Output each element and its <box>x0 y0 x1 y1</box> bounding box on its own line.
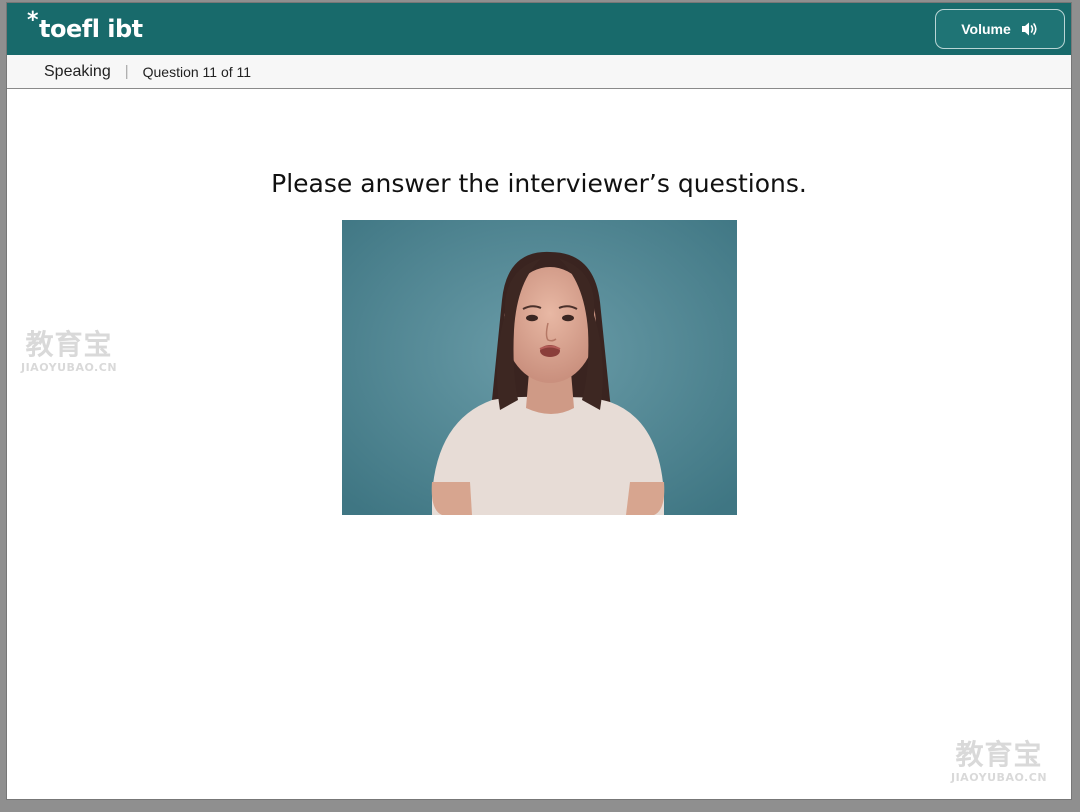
toefl-ibt-logo: * toefl ibt <box>27 8 143 46</box>
section-bar: Speaking | Question 11 of 11 <box>7 55 1071 89</box>
question-prompt: Please answer the interviewer’s question… <box>271 169 807 198</box>
logo-text: toefl ibt <box>39 15 143 43</box>
volume-button[interactable]: Volume <box>935 9 1065 49</box>
speaker-volume-icon <box>1021 21 1039 37</box>
volume-label: Volume <box>961 21 1011 37</box>
section-name: Speaking <box>44 62 111 80</box>
interviewer-video <box>342 220 737 515</box>
watermark-en: JIAOYUBAO.CN <box>21 361 118 374</box>
interviewer-image <box>342 220 737 515</box>
logo-star: * <box>27 8 39 33</box>
question-counter: Question 11 of 11 <box>142 63 252 80</box>
top-bar: * toefl ibt Volume <box>7 3 1071 55</box>
watermark-en: JIAOYUBAO.CN <box>951 771 1048 784</box>
watermark-cn: 教育宝 <box>25 328 113 361</box>
watermark-left: 教育宝 JIAOYUBAO.CN <box>21 328 118 375</box>
separator: | <box>124 63 129 80</box>
test-window: * toefl ibt Volume Speaking | Question 1… <box>6 2 1072 800</box>
watermark-cn: 教育宝 <box>955 738 1043 771</box>
watermark-right: 教育宝 JIAOYUBAO.CN <box>951 738 1048 785</box>
